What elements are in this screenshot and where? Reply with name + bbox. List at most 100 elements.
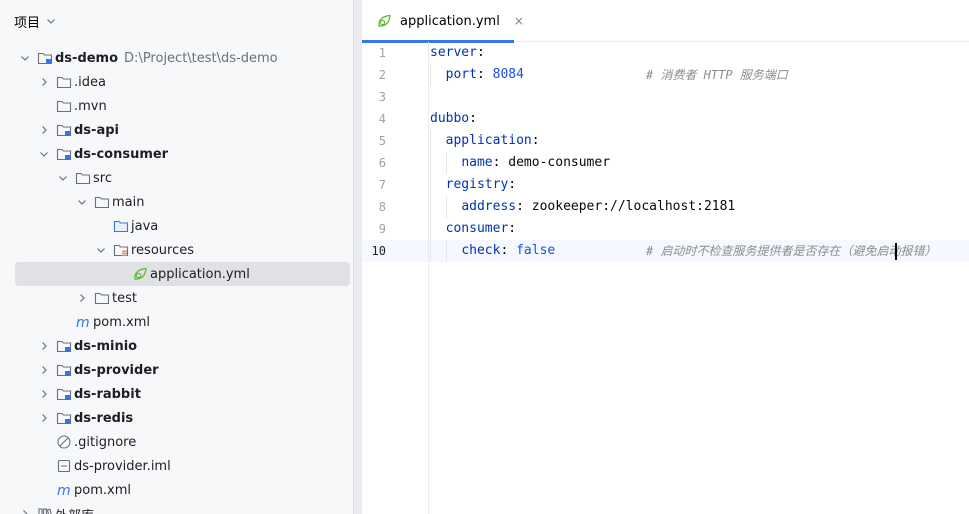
module-folder-icon [56, 386, 72, 402]
chevron-right-icon[interactable] [76, 292, 88, 304]
chevron-down-icon[interactable] [38, 148, 50, 160]
tree-item[interactable]: ds-minio [0, 334, 353, 358]
line-number: 4 [378, 112, 386, 126]
module-folder-icon [56, 362, 72, 378]
code-line: application: [430, 130, 540, 152]
chevron-right-icon[interactable] [38, 364, 50, 376]
tree-item[interactable]: ds-rabbit [0, 382, 353, 406]
yaml-separator: : [492, 155, 509, 170]
chevron-right-icon[interactable] [38, 388, 50, 400]
text-caret [895, 243, 897, 260]
code-line: check: false [430, 240, 555, 262]
chevron-down-icon[interactable] [57, 172, 69, 184]
tree-item-label: test [112, 290, 137, 306]
library-icon [37, 506, 53, 514]
chevron-right-icon[interactable] [38, 412, 50, 424]
tree-item[interactable]: main [0, 190, 353, 214]
folder-icon [75, 170, 91, 186]
tree-item[interactable]: ds-redis [0, 406, 353, 430]
chevron-down-icon[interactable] [95, 244, 107, 256]
resources-folder-icon [113, 242, 129, 258]
tree-item-label: pom.xml [74, 482, 131, 498]
folder-icon [94, 194, 110, 210]
editor-area: application.yml × 1 server: 2 port: 8084 # … [362, 0, 969, 514]
tree-item[interactable]: .gitignore [0, 430, 353, 454]
maven-icon: m [56, 482, 72, 498]
svg-text:m: m [76, 315, 90, 330]
tree-item[interactable]: m pom.xml [0, 478, 353, 502]
code-line: consumer: [430, 218, 516, 240]
tree-item[interactable]: resources [0, 238, 353, 262]
code-line: server: [430, 42, 485, 64]
chevron-right-icon[interactable] [38, 76, 50, 88]
tree-item[interactable]: ds-provider [0, 358, 353, 382]
module-folder-icon [56, 146, 72, 162]
tree-item-label: main [112, 194, 145, 210]
module-folder-icon [37, 50, 53, 66]
tree-item-label: ds-redis [74, 410, 134, 426]
tab-application-yml[interactable]: application.yml × [362, 0, 524, 43]
tree-item-path: D:\Project\test\ds-demo [124, 50, 278, 66]
yaml-key: consumer [445, 221, 509, 236]
yaml-key: check [461, 243, 501, 258]
close-icon[interactable]: × [514, 14, 524, 28]
tree-item[interactable]: .mvn [0, 94, 353, 118]
tree-item-label: resources [131, 242, 195, 258]
chevron-right-icon[interactable] [38, 340, 50, 352]
tree-item-label: .idea [74, 74, 106, 90]
module-folder-icon [56, 410, 72, 426]
tree-item[interactable]: .idea [0, 70, 353, 94]
chevron-right-icon[interactable] [38, 124, 50, 136]
code-line: dubbo: [430, 108, 477, 130]
chevron-down-icon [47, 19, 55, 24]
tree-item-label: ds-demo [55, 50, 119, 66]
tree-item[interactable]: ds-api [0, 118, 353, 142]
tree-item[interactable]: ds-provider.iml [0, 454, 353, 478]
project-panel-title: 项目 [14, 15, 41, 31]
tree-item-label: ds-provider.iml [74, 458, 171, 474]
tree-item-label: 外部库 [55, 505, 94, 514]
line-number: 1 [378, 46, 386, 60]
spring-leaf-icon [132, 266, 148, 282]
yaml-key: address [461, 199, 517, 214]
folder-icon [94, 290, 110, 306]
tab-label: application.yml [400, 13, 500, 29]
yaml-key: name [461, 155, 493, 170]
project-view-selector[interactable]: 项目 [14, 11, 56, 31]
tree-item-label: pom.xml [93, 314, 150, 330]
tree-item[interactable]: src [0, 166, 353, 190]
tree-item-label: application.yml [150, 266, 250, 282]
ignored-file-icon [56, 434, 72, 450]
maven-icon: m [75, 314, 91, 330]
yaml-separator: : [531, 133, 540, 148]
chevron-down-icon[interactable] [76, 196, 88, 208]
module-folder-icon [56, 338, 72, 354]
svg-text:m: m [57, 483, 71, 498]
folder-icon [56, 98, 72, 114]
yaml-key: application [445, 133, 532, 148]
tree-item[interactable]: ds-consumer [0, 142, 353, 166]
tree-item-label: .gitignore [74, 434, 137, 450]
code-line: name: demo-consumer [430, 152, 610, 174]
tree-item[interactable]: application.yml [0, 262, 353, 286]
tree-item-label: ds-minio [74, 338, 138, 354]
editor-tab-bar: application.yml × [362, 0, 969, 43]
tree-item[interactable]: java [0, 214, 353, 238]
chevron-down-icon[interactable] [19, 52, 31, 64]
tree-item-label: ds-api [74, 122, 119, 138]
iml-file-icon [56, 458, 72, 474]
yaml-separator: : [508, 221, 517, 236]
yaml-separator: : [476, 45, 485, 60]
panel-splitter[interactable] [353, 0, 362, 514]
tree-item[interactable]: ds-demo D:\Project\test\ds-demo [0, 46, 353, 70]
code-line: registry: [430, 174, 516, 196]
chevron-right-icon[interactable] [19, 508, 31, 514]
tree-item[interactable]: m pom.xml [0, 310, 353, 334]
tree-item-label: java [131, 218, 159, 234]
tree-item[interactable]: 外部库 [0, 502, 353, 514]
tree-item[interactable]: test [0, 286, 353, 310]
tree-item-label: ds-provider [74, 362, 159, 378]
